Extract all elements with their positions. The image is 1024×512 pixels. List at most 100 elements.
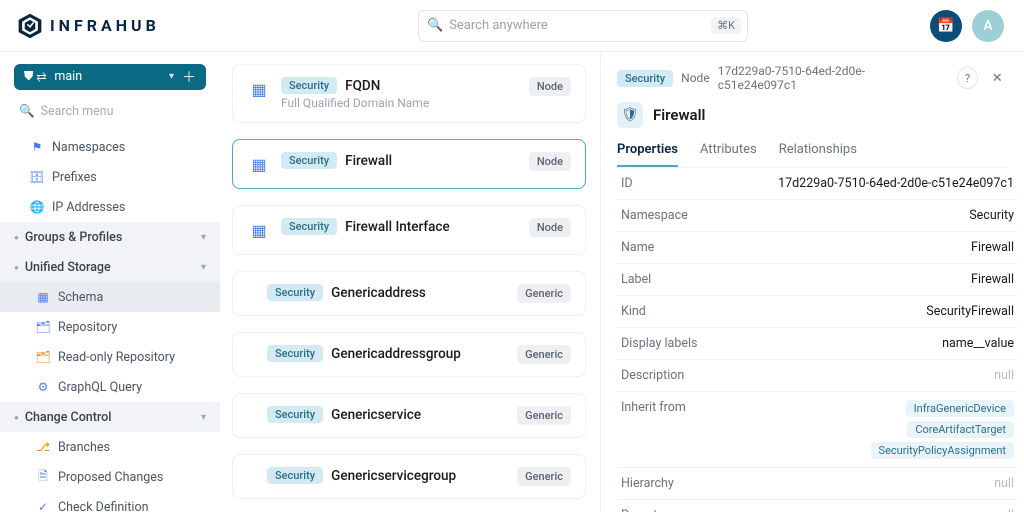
activity-button[interactable]: 📅 xyxy=(930,10,962,42)
sidebar-item-ip-addresses[interactable]: 🌐 IP Addresses xyxy=(0,192,220,222)
sidebar-group-label: Change Control xyxy=(25,410,112,425)
ip-icon: 🌐 xyxy=(30,200,44,214)
brand-name: INFRAHUB xyxy=(50,16,160,35)
property-row: NameFirewall xyxy=(617,232,1018,264)
tab-properties[interactable]: Properties xyxy=(617,142,678,167)
firewall-icon: 🛡 xyxy=(617,102,643,128)
inherit-chip[interactable]: InfraGenericDevice xyxy=(906,400,1014,417)
flag-icon: ⚑ xyxy=(30,140,44,154)
ro-icon: 🗂 xyxy=(36,350,50,364)
kind-badge: Node xyxy=(529,152,571,171)
schema-card[interactable]: SecurityGenericaddressGeneric xyxy=(232,271,586,316)
avatar[interactable]: A xyxy=(972,10,1004,42)
pc-icon: 🗎 xyxy=(36,470,50,484)
chevron-down-icon: ▾ xyxy=(201,262,206,273)
detail-id-crumb: 17d229a0-7510-64ed-2d0e-c51e24e097c1 xyxy=(718,64,941,92)
brand-logo[interactable]: INFRAHUB xyxy=(16,12,236,40)
sidebar-item-label: Proposed Changes xyxy=(58,470,163,485)
kind-badge: Node xyxy=(529,218,571,237)
sidebar-group-label: Unified Storage xyxy=(25,260,111,275)
schema-card[interactable]: SecurityGenericaddressgroupGeneric xyxy=(232,332,586,377)
search-icon: 🔍 xyxy=(19,104,35,119)
schema-card[interactable]: SecurityGenericserviceGeneric xyxy=(232,393,586,438)
property-key: Description xyxy=(621,368,741,383)
property-value: null xyxy=(741,368,1014,383)
bullet-icon: ● xyxy=(14,263,19,272)
tab-attributes[interactable]: Attributes xyxy=(700,142,757,167)
property-key: Parent xyxy=(621,508,741,512)
search-icon: 🔍 xyxy=(427,18,443,33)
namespace-pill: Security xyxy=(281,218,337,235)
check-icon: ✓ xyxy=(36,500,50,512)
node-icon: ▦ xyxy=(247,152,271,176)
schema-name: Firewall xyxy=(345,153,392,169)
property-value: SecurityFirewall xyxy=(741,304,1014,319)
schema-name: Firewall Interface xyxy=(345,219,450,235)
chevron-down-icon: ▾ xyxy=(169,71,174,82)
property-row: Parentnull xyxy=(617,500,1018,512)
avatar-initial: A xyxy=(983,18,992,34)
sidebar-item-repository[interactable]: 🗂Repository xyxy=(0,312,220,342)
sidebar-item-label: Repository xyxy=(58,320,117,335)
sidebar-item-label: Schema xyxy=(58,290,103,305)
schema-name: Genericservicegroup xyxy=(331,468,456,484)
inherit-chip[interactable]: CoreArtifactTarget xyxy=(907,421,1014,438)
sidebar-item-check-definition[interactable]: ✓Check Definition xyxy=(0,492,220,512)
property-value: Firewall xyxy=(741,240,1014,255)
sidebar-group-change-control[interactable]: ●Change Control▾ xyxy=(0,402,220,432)
kind-badge: Generic xyxy=(517,284,571,303)
sidebar-item-branches[interactable]: ⎇Branches xyxy=(0,432,220,462)
sidebar-item-namespaces[interactable]: ⚑ Namespaces xyxy=(0,132,220,162)
namespace-pill: Security xyxy=(281,77,337,94)
schema-name: Genericaddress xyxy=(331,285,426,301)
property-row: LabelFirewall xyxy=(617,264,1018,296)
sidebar-item-prefixes[interactable]: 🗄 Prefixes xyxy=(0,162,220,192)
bullet-icon: ● xyxy=(14,233,19,242)
property-key: Name xyxy=(621,240,741,255)
property-row: Hierarchynull xyxy=(617,468,1018,500)
namespace-pill: Security xyxy=(267,467,323,484)
tab-relationships[interactable]: Relationships xyxy=(779,142,857,167)
schema-card[interactable]: ▦SecurityFirewall InterfaceNode xyxy=(232,205,586,255)
sidebar-item-label: Namespaces xyxy=(52,140,125,155)
inherit-chip[interactable]: SecurityPolicyAssignment xyxy=(871,442,1014,459)
add-branch-button[interactable]: ＋ xyxy=(182,67,196,87)
property-row: Descriptionnull xyxy=(617,360,1018,392)
kind-badge: Generic xyxy=(517,467,571,486)
namespace-pill: Security xyxy=(281,152,337,169)
menu-search-placeholder: Search menu xyxy=(41,104,114,119)
calendar-icon: 📅 xyxy=(937,18,954,34)
property-row: Display labelsname__value xyxy=(617,328,1018,360)
property-value: Firewall xyxy=(741,272,1014,287)
property-value: name__value xyxy=(741,336,1014,351)
close-button[interactable]: ✕ xyxy=(986,67,1008,89)
bullet-icon: ● xyxy=(14,413,19,422)
schema-card[interactable]: ▦SecurityFQDNFull Qualified Domain NameN… xyxy=(232,64,586,123)
search-shortcut: ⌘K xyxy=(711,17,741,34)
branch-selector[interactable]: ⛊ ⇄ main ▾ ＋ xyxy=(14,64,206,90)
schema-card[interactable]: Security Genericservicegroup Generic xyxy=(232,454,586,499)
schema-card[interactable]: ▦ Security Firewall Node xyxy=(232,139,586,189)
sidebar-item-schema[interactable]: ▦Schema xyxy=(0,282,220,312)
property-key: Display labels xyxy=(621,336,741,351)
help-button[interactable]: ? xyxy=(957,67,979,89)
sidebar-group-groups-profiles[interactable]: ● Groups & Profiles ▾ xyxy=(0,222,220,252)
property-value: null xyxy=(741,476,1014,491)
sidebar-group-label: Groups & Profiles xyxy=(25,230,122,245)
sidebar-item-proposed-changes[interactable]: 🗎 Proposed Changes xyxy=(0,462,220,492)
property-key: Kind xyxy=(621,304,741,319)
schema-name: Genericaddressgroup xyxy=(331,346,461,362)
sidebar-item-label: Prefixes xyxy=(52,170,97,185)
sidebar-group-unified-storage[interactable]: ● Unified Storage ▾ xyxy=(0,252,220,282)
menu-search[interactable]: 🔍 Search menu xyxy=(14,100,206,124)
global-search[interactable]: 🔍 Search anywhere ⌘K xyxy=(418,10,748,42)
detail-kind-crumb: Node xyxy=(681,71,710,85)
sidebar-item-read-only-repository[interactable]: 🗂Read-only Repository xyxy=(0,342,220,372)
db-icon: 🗄 xyxy=(30,170,44,184)
chevron-down-icon: ▾ xyxy=(201,232,206,243)
property-value: 17d229a0-7510-64ed-2d0e-c51e24e097c1 xyxy=(741,176,1014,191)
property-key: ID xyxy=(621,176,741,191)
sidebar-item-graphql-query[interactable]: ⚙GraphQL Query xyxy=(0,372,220,402)
sidebar-item-label: IP Addresses xyxy=(52,200,125,215)
branch-shield-icon: ⛊ ⇄ xyxy=(24,69,46,84)
